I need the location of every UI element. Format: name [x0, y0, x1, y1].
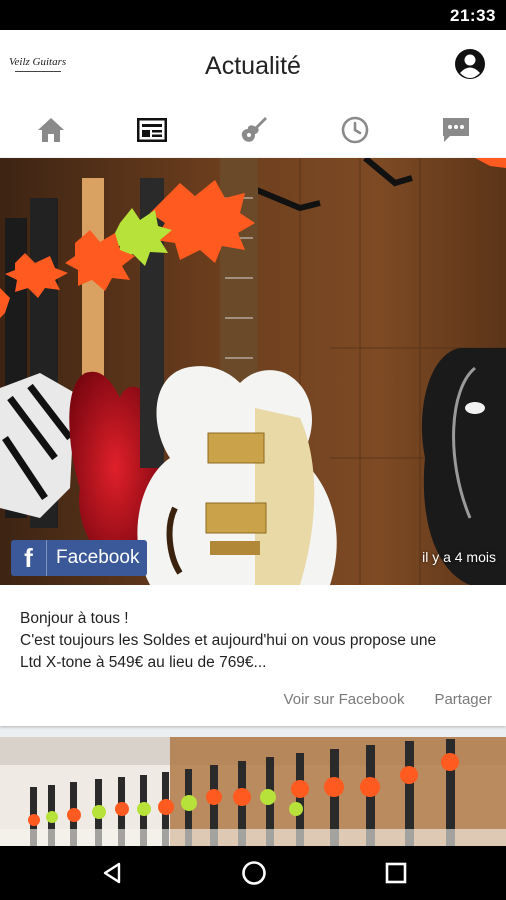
clock-icon — [341, 116, 369, 144]
post-image-2[interactable] — [0, 737, 506, 847]
recents-icon — [385, 862, 407, 884]
post-time-ago: il y a 4 mois — [422, 549, 496, 565]
tab-bar — [0, 102, 506, 158]
page-title: Actualité — [205, 52, 301, 80]
post-text: Bonjour à tous ! C'est toujours les Sold… — [20, 608, 490, 674]
post-actions: Voir sur Facebook Partager — [284, 691, 492, 708]
news-icon — [137, 118, 167, 142]
facebook-icon: f — [11, 540, 47, 576]
post-card-2[interactable] — [0, 737, 506, 847]
home-icon — [38, 118, 64, 142]
tab-news[interactable] — [132, 112, 172, 148]
app-bar: Veilz Guitars Actualité — [0, 30, 506, 102]
status-bar: 21:33 — [0, 0, 506, 30]
status-time: 21:33 — [450, 6, 496, 25]
guitar-icon — [241, 117, 267, 142]
facebook-source-badge[interactable]: f Facebook — [11, 540, 147, 576]
back-button[interactable] — [97, 858, 127, 888]
account-icon[interactable] — [454, 48, 486, 80]
post-line: Ltd X-tone à 549€ au lieu de 769€... — [20, 654, 267, 671]
post-image[interactable]: f Facebook il y a 4 mois — [0, 158, 506, 585]
tab-history[interactable] — [335, 112, 375, 148]
recents-button[interactable] — [381, 858, 411, 888]
tab-messages[interactable] — [436, 112, 476, 148]
tab-guitar[interactable] — [234, 112, 274, 148]
back-icon — [103, 862, 121, 884]
share-button[interactable]: Partager — [434, 691, 492, 708]
system-nav-bar — [0, 846, 506, 900]
view-on-facebook-button[interactable]: Voir sur Facebook — [284, 691, 405, 708]
chat-icon — [443, 118, 469, 142]
post-card[interactable]: f Facebook il y a 4 mois Bonjour à tous … — [0, 158, 506, 726]
facebook-source-label: Facebook — [56, 547, 140, 568]
post-line: Bonjour à tous ! — [20, 610, 129, 627]
tab-home[interactable] — [31, 112, 71, 148]
post-line: C'est toujours les Soldes et aujourd'hui… — [20, 632, 437, 649]
home-button[interactable] — [239, 858, 269, 888]
home-circle-icon — [242, 861, 266, 885]
